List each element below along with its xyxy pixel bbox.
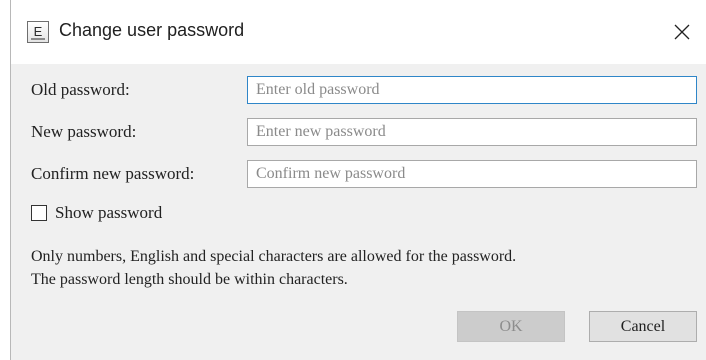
password-rule-length: The password length should be within cha… — [31, 271, 348, 288]
cancel-button[interactable]: Cancel — [589, 311, 697, 342]
confirm-password-input[interactable] — [247, 160, 697, 188]
password-rule-characters: Only numbers, English and special charac… — [31, 248, 517, 265]
close-button[interactable] — [658, 12, 706, 52]
dialog-title: Change user password — [59, 20, 245, 40]
ok-button[interactable]: OK — [457, 311, 565, 342]
new-password-input[interactable] — [247, 118, 697, 146]
old-password-input[interactable] — [247, 76, 697, 104]
show-password-label: Show password — [55, 203, 163, 222]
title-bar: E Change user password — [11, 0, 706, 64]
show-password-toggle[interactable]: Show password — [31, 203, 162, 223]
change-password-dialog: E Change user password Old password: New… — [10, 0, 706, 360]
new-password-label: New password: — [31, 122, 137, 141]
close-icon — [674, 24, 690, 40]
confirm-password-label: Confirm new password: — [31, 164, 195, 183]
app-icon: E — [27, 21, 49, 43]
show-password-checkbox[interactable] — [31, 205, 47, 221]
old-password-label: Old password: — [31, 80, 130, 99]
